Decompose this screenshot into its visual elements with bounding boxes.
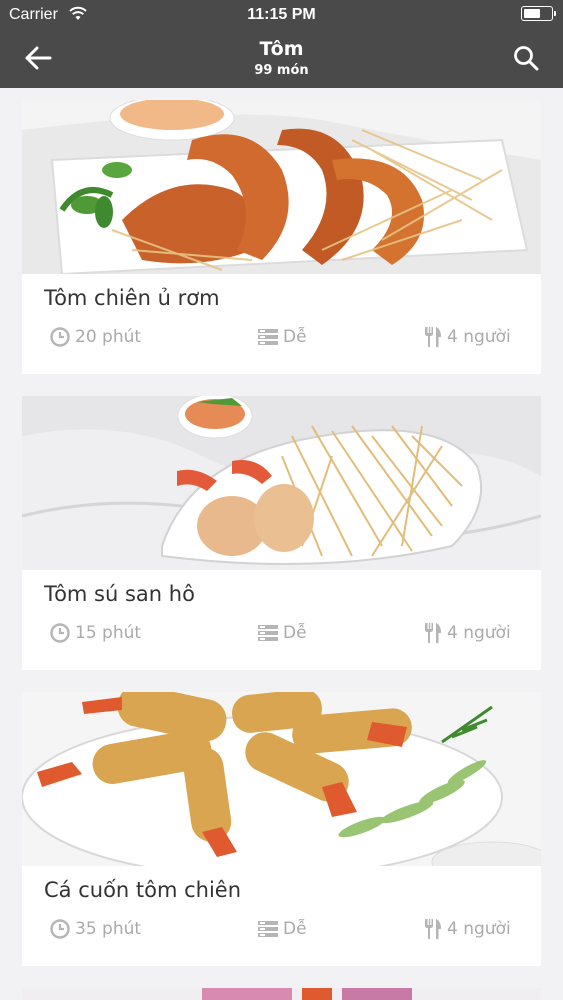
clock-icon	[50, 919, 70, 939]
recipe-servings-label: 4 người	[447, 919, 511, 939]
recipe-difficulty: Dễ	[258, 918, 307, 940]
recipe-list[interactable]: Tôm chiên ủ rơm 20 phút Dễ 4 người Tôm s…	[0, 88, 563, 1000]
status-time: 11:15 PM	[247, 6, 316, 23]
difficulty-bars-icon	[258, 625, 278, 641]
recipe-title: Tôm chiên ủ rơm	[44, 286, 220, 310]
battery-icon	[521, 6, 556, 21]
recipe-card[interactable]: Cá cuốn tôm chiên 35 phút Dễ 4 người	[22, 692, 541, 966]
recipe-time: 15 phút	[50, 622, 141, 644]
page-title: Tôm	[259, 38, 304, 60]
battery-level	[524, 9, 540, 18]
fork-knife-icon	[425, 919, 441, 939]
fork-knife-icon	[425, 327, 441, 347]
recipe-difficulty: Dễ	[258, 326, 307, 348]
recipe-time-label: 35 phút	[75, 919, 142, 939]
recipe-time: 35 phút	[50, 918, 141, 940]
recipe-photo	[22, 100, 541, 274]
recipe-difficulty-label: Dễ	[283, 919, 307, 939]
recipe-difficulty-label: Dễ	[283, 623, 307, 643]
recipe-photo	[22, 396, 541, 570]
search-button[interactable]	[506, 40, 546, 76]
clock-icon	[50, 327, 70, 347]
recipe-photo	[22, 988, 541, 1000]
page-subtitle: 99 món	[254, 63, 309, 78]
clock-icon	[50, 623, 70, 643]
recipe-title: Cá cuốn tôm chiên	[44, 878, 242, 902]
recipe-servings: 4 người	[424, 622, 511, 644]
recipe-servings: 4 người	[424, 326, 511, 348]
recipe-servings: 4 người	[424, 918, 511, 940]
recipe-card[interactable]: Tôm sú san hô 15 phút Dễ 4 người	[22, 396, 541, 670]
recipe-card[interactable]: Tôm chiên ủ rơm 20 phút Dễ 4 người	[22, 100, 541, 374]
recipe-servings-label: 4 người	[447, 327, 511, 347]
difficulty-bars-icon	[258, 921, 278, 937]
recipe-photo	[22, 692, 541, 866]
recipe-time: 20 phút	[50, 326, 141, 348]
fork-knife-icon	[425, 623, 441, 643]
recipe-servings-label: 4 người	[447, 623, 511, 643]
recipe-card-partial[interactable]	[22, 988, 541, 1000]
recipe-time-label: 20 phút	[75, 327, 142, 347]
recipe-time-label: 15 phút	[75, 623, 142, 643]
difficulty-bars-icon	[258, 329, 278, 345]
search-icon	[514, 46, 539, 71]
recipe-title: Tôm sú san hô	[44, 582, 195, 606]
recipe-difficulty-label: Dễ	[283, 327, 307, 347]
app-header: Carrier 11:15 PM Tôm 99 món	[0, 0, 563, 88]
recipe-difficulty: Dễ	[258, 622, 307, 644]
status-bar: Carrier 11:15 PM	[0, 0, 563, 28]
